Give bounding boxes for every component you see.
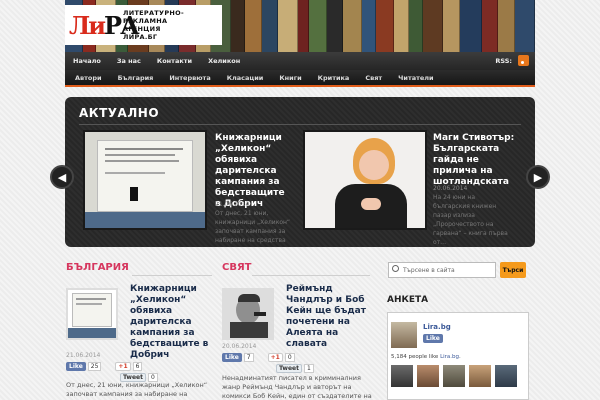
site-logo[interactable]: ЛиРА ЛИТЕРАТУРНО-РЕКЛАМНА АГЕНЦИЯ ЛИРА.Б… <box>65 5 222 45</box>
post-date: 20.06.2014 <box>222 343 257 350</box>
section-heading-world[interactable]: СВЯТ <box>222 262 251 273</box>
gplus-share: +1 0 <box>267 353 295 362</box>
fb-like-count: 7 <box>243 353 254 362</box>
fb-like-button[interactable]: Like <box>222 353 242 362</box>
section-divider <box>252 275 370 276</box>
search-icon <box>392 265 399 272</box>
slide-1-title[interactable]: Книжарници „Хеликон“ обявиха дарителска … <box>215 133 293 210</box>
top-menu: Начало За нас Контакти Хеликон RSS: <box>65 52 535 70</box>
slide-2-date: 20.06.2014 <box>433 185 468 192</box>
gplus-count: 0 <box>284 353 295 362</box>
arrow-right-icon: ▶ <box>533 170 543 184</box>
logo-text: ЛИТЕРАТУРНО-РЕКЛАМНА АГЕНЦИЯ ЛИРА.БГ <box>123 9 184 41</box>
top-menu-item-home[interactable]: Начало <box>65 57 109 65</box>
fan-avatar[interactable] <box>495 365 517 387</box>
slider-prev-button[interactable]: ◀ <box>50 165 74 189</box>
gplus-button[interactable]: +1 <box>115 362 131 371</box>
menu-item-books[interactable]: Книги <box>271 74 309 82</box>
tweet-share: Tweet 1 <box>276 364 314 373</box>
facebook-like-box: Lira.bg Like 5,184 people like Lira.bg. <box>387 312 529 400</box>
post-date: 21.06.2014 <box>66 352 101 359</box>
rss-link[interactable]: RSS: <box>495 55 529 66</box>
section-heading-bulgaria[interactable]: БЪЛГАРИЯ <box>66 262 129 273</box>
top-menu-item-contacts[interactable]: Контакти <box>149 57 200 65</box>
search-input[interactable]: Търсене в сайта <box>388 262 496 278</box>
post-title[interactable]: Книжарници „Хеликон“ обявиха дарителска … <box>130 284 210 361</box>
fb-like-share: Like 7 <box>222 353 254 362</box>
logo-mark: ЛиРА <box>69 10 140 40</box>
slider-next-button[interactable]: ▶ <box>526 165 550 189</box>
slide-1-excerpt: От днес, 21 юни, книжарници „Хеликон“ за… <box>215 210 291 244</box>
fb-like-share: Like 25 <box>66 362 102 371</box>
menu-item-authors[interactable]: Автори <box>67 74 110 82</box>
post-thumbnail[interactable] <box>66 288 118 340</box>
rss-icon[interactable] <box>518 55 529 66</box>
slide-1-date: 21.06.2014 <box>215 201 250 208</box>
fb-like-count: 25 <box>87 362 102 371</box>
tweet-count: 1 <box>303 364 314 373</box>
top-menu-item-about[interactable]: За нас <box>109 57 149 65</box>
fan-avatar[interactable] <box>469 365 491 387</box>
share-buttons: Like 25 +1 6 <box>66 362 143 371</box>
post-title[interactable]: Реймънд Чандлър и Боб Кейн ще бъдат поче… <box>286 284 368 350</box>
rss-label: RSS: <box>495 56 512 65</box>
tweet-button[interactable]: Tweet <box>276 364 302 373</box>
search-button[interactable]: Търси <box>500 262 526 278</box>
menu-item-interviews[interactable]: Интервюта <box>161 74 218 82</box>
arrow-left-icon: ◀ <box>57 170 67 184</box>
fan-avatar[interactable] <box>391 365 413 387</box>
fb-page-image[interactable] <box>391 322 417 348</box>
featured-slider: АКТУАЛНО Книжарници „Хеликон“ обявиха да… <box>65 97 535 247</box>
menu-item-rankings[interactable]: Класации <box>219 74 272 82</box>
post-excerpt: Ненадминатият писател в криминалния жанр… <box>222 374 372 400</box>
menu-item-bulgaria[interactable]: България <box>110 74 162 82</box>
slide-2-image[interactable] <box>303 130 427 230</box>
fb-page-name[interactable]: Lira.bg <box>423 323 451 331</box>
menu-item-readers[interactable]: Читатели <box>390 74 441 82</box>
fb-page-link[interactable]: Lira.bg <box>440 354 459 360</box>
gplus-share: +1 6 <box>115 362 143 371</box>
gplus-count: 6 <box>132 362 143 371</box>
post-excerpt: От днес, 21 юни, книжарници „Хеликон“ за… <box>66 381 208 400</box>
slide-1-image[interactable] <box>83 130 207 230</box>
menu-item-world[interactable]: Свят <box>357 74 390 82</box>
fan-avatar[interactable] <box>417 365 439 387</box>
slide-2-title[interactable]: Маги Стивотър: Българската гайда не прил… <box>433 133 523 188</box>
fb-like-count-text: 5,184 people like Lira.bg. <box>391 354 461 360</box>
fb-fans-faces <box>391 365 517 387</box>
menu-item-criticism[interactable]: Критика <box>310 74 358 82</box>
fb-like-button[interactable]: Like <box>66 362 86 371</box>
site-header: ЛиРА ЛИТЕРАТУРНО-РЕКЛАМНА АГЕНЦИЯ ЛИРА.Б… <box>65 0 535 52</box>
share-buttons: Like 7 +1 0 <box>222 353 295 362</box>
fan-avatar[interactable] <box>443 365 465 387</box>
fb-page-like: Like <box>423 334 443 343</box>
top-menu-item-helikon[interactable]: Хеликон <box>200 57 248 65</box>
post-thumbnail[interactable] <box>222 288 274 340</box>
main-menu: Автори България Интервюта Класации Книги… <box>65 70 535 87</box>
slide-2-excerpt: На 24 юни на българския книжен пазар изл… <box>433 194 508 245</box>
poll-heading: АНКЕТА <box>387 295 429 305</box>
fb-like-button[interactable]: Like <box>423 334 443 343</box>
featured-title: АКТУАЛНО <box>79 106 160 120</box>
gplus-button[interactable]: +1 <box>267 353 283 362</box>
section-divider <box>132 275 212 276</box>
featured-divider <box>79 124 521 125</box>
